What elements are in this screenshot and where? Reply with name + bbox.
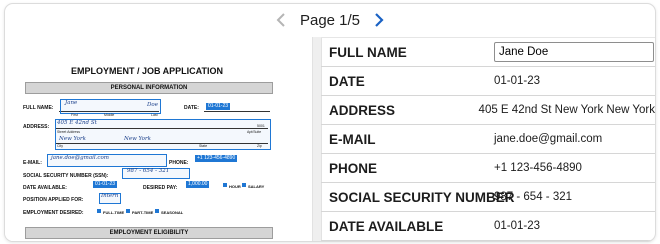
checkbox-full-time[interactable] <box>97 209 101 213</box>
doc-sub-middle: Middle <box>104 113 115 117</box>
field-row-address: ADDRESS 405 E 42nd St New York New York <box>321 96 655 125</box>
doc-hand-ssn: 987 - 654 - 321 <box>127 168 170 174</box>
chevron-left-icon[interactable] <box>270 12 292 28</box>
field-value[interactable]: 01-01-23 <box>494 75 655 87</box>
doc-hand-street: 405 E 42nd St <box>57 120 97 126</box>
doc-sub-zip: Zip <box>257 144 262 148</box>
doc-line-street <box>56 128 268 129</box>
doc-option-full-time: FULL-TIME <box>103 210 125 215</box>
field-value[interactable]: 987 - 654 - 321 <box>494 191 655 203</box>
doc-hand-last: Doe <box>147 102 158 108</box>
doc-label-employment-desired: EMPLOYMENT DESIRED: <box>23 210 84 216</box>
page-indicator: Page 1/5 <box>299 11 361 29</box>
doc-sub-last: Last <box>151 113 158 117</box>
doc-sub-apt: Apt/Suite <box>247 130 262 134</box>
doc-sub-state: State <box>199 144 208 148</box>
field-row-phone: PHONE +1 123-456-4890 <box>321 154 655 183</box>
field-value[interactable]: +1 123-456-4890 <box>494 162 655 174</box>
highlight-desired-pay[interactable]: 1,000.00 <box>186 181 210 188</box>
doc-option-part-time: PART-TIME <box>132 210 154 215</box>
field-value[interactable]: 405 E 42nd St New York New York <box>479 104 655 116</box>
field-label: SOCIAL SECURITY NUMBER <box>329 189 515 205</box>
highlight-phone[interactable]: +1 123-456-4890 <box>195 155 238 162</box>
full-name-input[interactable] <box>494 42 654 62</box>
document-viewer-card: Page 1/5 EMPLOYMENT / JOB APPLICATION PE… <box>4 3 656 242</box>
doc-label-position: POSITION APPLIED FOR: <box>23 197 84 203</box>
doc-label-full-name: FULL NAME: <box>23 105 54 111</box>
field-row-date: DATE 01-01-23 <box>321 67 655 96</box>
doc-line-date <box>204 111 270 112</box>
doc-label-phone: PHONE: <box>169 160 189 166</box>
field-value[interactable]: jane.doe@gmail.com <box>494 133 655 145</box>
extracted-fields-panel: FULL NAME DATE 01-01-23 ADDRESS 405 E 42… <box>321 37 655 241</box>
doc-label-email: E-MAIL: <box>23 160 42 166</box>
chevron-right-icon[interactable] <box>368 12 390 28</box>
doc-sub-city: City <box>57 144 64 148</box>
checkbox-hour[interactable] <box>223 183 227 187</box>
form-title: EMPLOYMENT / JOB APPLICATION <box>70 66 223 76</box>
doc-sub-first: First <box>71 113 78 117</box>
checkbox-salary[interactable] <box>242 183 246 187</box>
doc-hand-first: Jane <box>65 100 78 106</box>
field-label: ADDRESS <box>329 102 396 118</box>
doc-hand-position: Intern <box>101 193 119 199</box>
checkbox-seasonal[interactable] <box>155 209 159 213</box>
doc-label-date-available: DATE AVAILABLE: <box>23 185 67 191</box>
doc-option-hour: HOUR <box>229 184 241 189</box>
doc-label-ssn: SOCIAL SECURITY NUMBER (SSN): <box>23 173 109 179</box>
field-label: DATE <box>329 73 365 89</box>
field-row-email: E-MAIL jane.doe@gmail.com <box>321 125 655 154</box>
doc-label-desired-pay: DESIRED PAY: <box>143 185 178 191</box>
field-label: FULL NAME <box>329 44 407 60</box>
field-row-full-name: FULL NAME <box>321 38 655 67</box>
document-preview[interactable]: EMPLOYMENT / JOB APPLICATION PERSONAL IN… <box>5 37 312 241</box>
section-personal-information: PERSONAL INFORMATION <box>25 82 273 94</box>
field-label: PHONE <box>329 160 378 176</box>
doc-label-address: ADDRESS: <box>23 124 50 130</box>
field-label: DATE AVAILABLE <box>329 218 444 234</box>
doc-option-seasonal: SEASONAL <box>161 210 184 215</box>
doc-hand-email: jane.doe@gmail.com <box>51 155 110 161</box>
highlight-date-available[interactable]: 01-01-23 <box>93 181 118 188</box>
pager: Page 1/5 <box>5 4 655 36</box>
doc-option-salary: SALARY <box>248 184 265 189</box>
doc-line-city <box>56 143 268 144</box>
field-row-date-available: DATE AVAILABLE 01-01-23 <box>321 212 655 241</box>
doc-hand-city: New York <box>59 136 86 142</box>
checkbox-part-time[interactable] <box>126 209 130 213</box>
doc-hand-state: New York <box>124 136 151 142</box>
doc-label-date: DATE: <box>184 105 199 111</box>
field-row-ssn: SOCIAL SECURITY NUMBER 987 - 654 - 321 <box>321 183 655 212</box>
doc-sub-street: Street Address <box>57 130 80 134</box>
section-employment-eligibility: EMPLOYMENT ELIGIBILITY <box>25 227 273 239</box>
field-value[interactable]: 01-01-23 <box>494 220 655 232</box>
field-label: E-MAIL <box>329 131 376 147</box>
field-value-container <box>494 42 655 62</box>
highlight-date[interactable]: 01-01-23 <box>206 103 231 110</box>
